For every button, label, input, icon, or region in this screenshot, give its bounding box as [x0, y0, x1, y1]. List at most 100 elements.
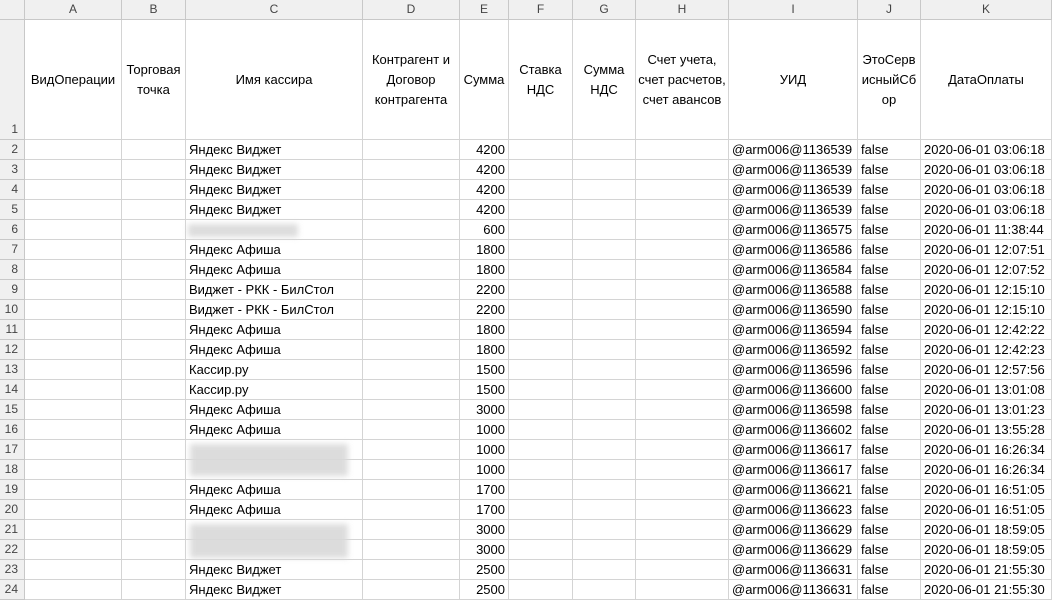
cell-data-oplaty[interactable]: 2020-06-01 21:55:30 [921, 580, 1052, 600]
cell-uid[interactable]: @arm006@1136631 [729, 580, 858, 600]
cell-eto-servisnyj-sbor[interactable]: false [858, 520, 921, 540]
cell-eto-servisnyj-sbor[interactable]: false [858, 440, 921, 460]
cell-summa-nds[interactable] [573, 240, 636, 260]
cell-summa-nds[interactable] [573, 380, 636, 400]
cell-eto-servisnyj-sbor[interactable]: false [858, 460, 921, 480]
cell-torgovaya-tochka[interactable] [122, 200, 186, 220]
cell-imya-kassira[interactable]: Кассир.ру [186, 360, 363, 380]
cell-vid-operacii[interactable] [25, 260, 122, 280]
row-number[interactable]: 15 [0, 400, 25, 420]
column-header-j[interactable]: J [858, 0, 921, 20]
cell-kontragent[interactable] [363, 420, 460, 440]
cell-stavka-nds[interactable] [509, 300, 573, 320]
cell-torgovaya-tochka[interactable] [122, 160, 186, 180]
cell-kontragent[interactable] [363, 340, 460, 360]
row-number[interactable]: 9 [0, 280, 25, 300]
cell-schet-ucheta[interactable] [636, 440, 729, 460]
header-cell-summa-nds[interactable]: Сумма НДС [573, 20, 636, 140]
column-header-h[interactable]: H [636, 0, 729, 20]
cell-summa[interactable]: 2200 [460, 280, 509, 300]
cell-imya-kassira[interactable]: Яндекс Виджет [186, 580, 363, 600]
row-number[interactable]: 7 [0, 240, 25, 260]
cell-kontragent[interactable] [363, 280, 460, 300]
cell-imya-kassira[interactable]: Яндекс Афиша [186, 320, 363, 340]
cell-eto-servisnyj-sbor[interactable]: false [858, 480, 921, 500]
cell-uid[interactable]: @arm006@1136629 [729, 540, 858, 560]
cell-vid-operacii[interactable] [25, 440, 122, 460]
cell-stavka-nds[interactable] [509, 420, 573, 440]
cell-imya-kassira[interactable]: Яндекс Афиша [186, 420, 363, 440]
cell-uid[interactable]: @arm006@1136588 [729, 280, 858, 300]
cell-vid-operacii[interactable] [25, 420, 122, 440]
cell-summa-nds[interactable] [573, 200, 636, 220]
cell-eto-servisnyj-sbor[interactable]: false [858, 400, 921, 420]
cell-stavka-nds[interactable] [509, 160, 573, 180]
column-header-g[interactable]: G [573, 0, 636, 20]
cell-stavka-nds[interactable] [509, 480, 573, 500]
cell-torgovaya-tochka[interactable] [122, 260, 186, 280]
cell-data-oplaty[interactable]: 2020-06-01 03:06:18 [921, 200, 1052, 220]
cell-uid[interactable]: @arm006@1136590 [729, 300, 858, 320]
cell-schet-ucheta[interactable] [636, 360, 729, 380]
cell-summa[interactable]: 1000 [460, 460, 509, 480]
cell-uid[interactable]: @arm006@1136629 [729, 520, 858, 540]
cell-imya-kassira[interactable]: Яндекс Афиша [186, 500, 363, 520]
cell-stavka-nds[interactable] [509, 460, 573, 480]
cell-kontragent[interactable] [363, 580, 460, 600]
row-number[interactable]: 4 [0, 180, 25, 200]
cell-uid[interactable]: @arm006@1136575 [729, 220, 858, 240]
row-number[interactable]: 20 [0, 500, 25, 520]
cell-torgovaya-tochka[interactable] [122, 180, 186, 200]
cell-vid-operacii[interactable] [25, 500, 122, 520]
cell-uid[interactable]: @arm006@1136586 [729, 240, 858, 260]
cell-stavka-nds[interactable] [509, 340, 573, 360]
cell-schet-ucheta[interactable] [636, 460, 729, 480]
cell-uid[interactable]: @arm006@1136623 [729, 500, 858, 520]
cell-stavka-nds[interactable] [509, 320, 573, 340]
cell-uid[interactable]: @arm006@1136539 [729, 160, 858, 180]
column-header-a[interactable]: A [25, 0, 122, 20]
cell-vid-operacii[interactable] [25, 320, 122, 340]
cell-vid-operacii[interactable] [25, 560, 122, 580]
cell-eto-servisnyj-sbor[interactable]: false [858, 360, 921, 380]
cell-kontragent[interactable] [363, 160, 460, 180]
row-number[interactable]: 21 [0, 520, 25, 540]
cell-uid[interactable]: @arm006@1136617 [729, 440, 858, 460]
cell-torgovaya-tochka[interactable] [122, 540, 186, 560]
cell-vid-operacii[interactable] [25, 240, 122, 260]
cell-summa-nds[interactable] [573, 360, 636, 380]
cell-torgovaya-tochka[interactable] [122, 320, 186, 340]
row-number[interactable]: 14 [0, 380, 25, 400]
cell-torgovaya-tochka[interactable] [122, 580, 186, 600]
cell-vid-operacii[interactable] [25, 400, 122, 420]
cell-eto-servisnyj-sbor[interactable]: false [858, 420, 921, 440]
cell-summa-nds[interactable] [573, 480, 636, 500]
cell-eto-servisnyj-sbor[interactable]: false [858, 560, 921, 580]
header-cell-data-oplaty[interactable]: ДатаОплаты [921, 20, 1052, 140]
cell-imya-kassira[interactable]: Яндекс Афиша [186, 400, 363, 420]
cell-schet-ucheta[interactable] [636, 280, 729, 300]
cell-stavka-nds[interactable] [509, 520, 573, 540]
cell-summa[interactable]: 1800 [460, 340, 509, 360]
cell-data-oplaty[interactable]: 2020-06-01 12:42:23 [921, 340, 1052, 360]
cell-data-oplaty[interactable]: 2020-06-01 12:57:56 [921, 360, 1052, 380]
cell-stavka-nds[interactable] [509, 380, 573, 400]
cell-kontragent[interactable] [363, 540, 460, 560]
cell-data-oplaty[interactable]: 2020-06-01 16:26:34 [921, 460, 1052, 480]
cell-summa[interactable]: 1800 [460, 260, 509, 280]
cell-eto-servisnyj-sbor[interactable]: false [858, 380, 921, 400]
cell-schet-ucheta[interactable] [636, 160, 729, 180]
column-header-k[interactable]: K [921, 0, 1052, 20]
cell-data-oplaty[interactable]: 2020-06-01 12:15:10 [921, 280, 1052, 300]
cell-data-oplaty[interactable]: 2020-06-01 18:59:05 [921, 540, 1052, 560]
cell-summa-nds[interactable] [573, 400, 636, 420]
cell-torgovaya-tochka[interactable] [122, 460, 186, 480]
cell-torgovaya-tochka[interactable] [122, 280, 186, 300]
cell-torgovaya-tochka[interactable] [122, 400, 186, 420]
cell-data-oplaty[interactable]: 2020-06-01 11:38:44 [921, 220, 1052, 240]
row-number[interactable]: 3 [0, 160, 25, 180]
select-all-corner[interactable] [0, 0, 25, 20]
cell-vid-operacii[interactable] [25, 580, 122, 600]
cell-stavka-nds[interactable] [509, 560, 573, 580]
cell-kontragent[interactable] [363, 500, 460, 520]
